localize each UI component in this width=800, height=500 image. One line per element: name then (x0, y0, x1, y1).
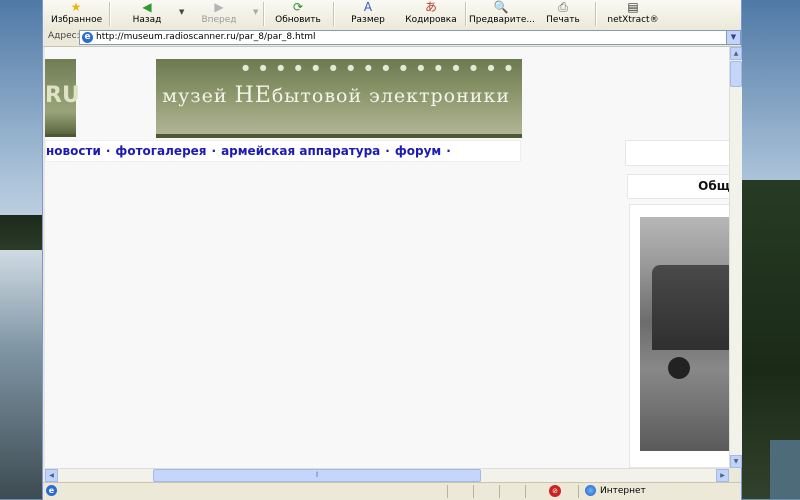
netxtract-label: netXtract® (607, 15, 659, 25)
vertical-scroll-thumb[interactable] (730, 61, 742, 87)
back-arrow-icon: ◀ (142, 0, 152, 14)
toolbar-separator (109, 2, 111, 26)
page-viewport: RU ● ● ● ● ● ● ● ● ● ● ● ● ● ● ● ● музей… (45, 47, 729, 468)
scroll-right-icon[interactable]: ▶ (716, 469, 729, 482)
toolbar-separator (263, 2, 265, 26)
address-input[interactable]: e http://museum.radioscanner.ru/par_8/pa… (79, 30, 741, 45)
horizontal-scroll-thumb[interactable]: ⦀ (153, 469, 481, 482)
netxtract-icon: ▤ (627, 0, 639, 14)
status-bar: e ⊘ Интернет (43, 482, 741, 500)
banner-title-part2: бытовой электроники (271, 85, 510, 107)
encoding-icon: あ (424, 0, 437, 14)
size-button[interactable]: A Размер (343, 0, 393, 28)
encoding-button[interactable]: あ Кодировка (405, 0, 457, 28)
vertical-scrollbar[interactable]: ▲ ▼ (729, 47, 742, 468)
encoding-label: Кодировка (405, 15, 457, 25)
browser-window: ★ Избранное ◀ Назад ▼ ▶ Вперед ▼ ⟳ Обнов… (42, 0, 742, 500)
status-divider (473, 485, 474, 498)
logo-text: RU (45, 83, 80, 108)
right-panel-top (625, 140, 729, 166)
refresh-label: Обновить (275, 15, 321, 25)
nav-link-news[interactable]: новости (46, 144, 101, 158)
scrollbar-corner (729, 468, 741, 481)
status-divider (578, 485, 579, 498)
toolbar-separator (333, 2, 335, 26)
forward-button[interactable]: ▶ Вперед (193, 0, 245, 28)
back-button[interactable]: ◀ Назад (125, 0, 169, 28)
site-nav: новости · фотогалерея · армейская аппаратура… (45, 140, 521, 162)
back-label: Назад (132, 15, 162, 25)
toolbar: ★ Избранное ◀ Назад ▼ ▶ Вперед ▼ ⟳ Обнов… (43, 0, 741, 29)
forward-label: Вперед (201, 15, 237, 25)
vintage-vehicle-photo[interactable] (640, 217, 729, 451)
printer-icon: ⎙ (558, 0, 568, 14)
nav-separator: · (105, 144, 111, 158)
print-preview-icon: 🔍 (493, 0, 509, 14)
address-bar: Адрес: e http://museum.radioscanner.ru/p… (43, 28, 741, 47)
photo-frame (629, 204, 729, 468)
site-logo[interactable]: RU (45, 59, 80, 137)
lake-left (0, 250, 42, 499)
truck-wheel (668, 357, 690, 379)
banner-title: музей НЕбытовой электроники (162, 83, 510, 108)
status-divider (447, 485, 448, 498)
address-dropdown-icon[interactable]: ▼ (726, 31, 740, 44)
star-icon: ★ (70, 0, 82, 14)
back-dropdown-icon[interactable]: ▼ (179, 8, 184, 16)
page-status-icon: e (46, 485, 57, 496)
nav-links: новости · фотогалерея · армейская аппаратура… (46, 144, 456, 158)
banner-title-part1: музей (162, 85, 235, 107)
lake-right (770, 440, 800, 499)
ie-page-icon: e (82, 32, 93, 43)
status-divider (499, 485, 500, 498)
nav-separator: · (446, 144, 451, 158)
right-panel-heading: Общ (627, 174, 729, 199)
print-label: Печать (546, 15, 580, 25)
horizontal-scrollbar[interactable]: ◀ ⦀ ▶ (45, 468, 729, 482)
refresh-icon: ⟳ (292, 0, 304, 14)
favorites-label: Избранное (51, 15, 103, 25)
refresh-button[interactable]: ⟳ Обновить (273, 0, 323, 28)
favorites-button[interactable]: ★ Избранное (51, 0, 103, 28)
right-heading-text: Общ (698, 179, 729, 193)
nav-separator: · (211, 144, 217, 158)
status-divider (525, 485, 526, 498)
print-button[interactable]: ⎙ Печать (539, 0, 587, 28)
scroll-down-icon[interactable]: ▼ (730, 455, 742, 468)
forward-dropdown-icon[interactable]: ▼ (253, 8, 258, 16)
internet-zone-icon (585, 485, 596, 496)
size-label: Размер (351, 15, 385, 25)
trees-left (0, 215, 42, 255)
nav-link-army[interactable]: армейская аппаратура (221, 144, 380, 158)
toolbar-separator (465, 2, 467, 26)
netxtract-button[interactable]: ▤ netXtract® (603, 0, 663, 28)
nav-separator: · (385, 144, 390, 158)
banner-dots: ● ● ● ● ● ● ● ● ● ● ● ● ● ● ● ● (242, 63, 516, 72)
text-size-icon: A (363, 0, 373, 14)
print-preview-button[interactable]: 🔍 Предварите... (469, 0, 535, 28)
truck-body (652, 265, 729, 350)
forward-arrow-icon: ▶ (214, 0, 224, 14)
address-url[interactable]: http://museum.radioscanner.ru/par_8/par_… (96, 31, 316, 44)
nav-link-forum[interactable]: форум (395, 144, 441, 158)
toolbar-separator (595, 2, 597, 26)
popup-blocked-icon[interactable]: ⊘ (549, 485, 561, 497)
address-label: Адрес: (48, 31, 80, 41)
print-preview-label: Предварите... (469, 15, 535, 25)
nav-link-gallery[interactable]: фотогалерея (115, 144, 206, 158)
scroll-up-icon[interactable]: ▲ (730, 47, 742, 60)
site-banner: ● ● ● ● ● ● ● ● ● ● ● ● ● ● ● ● музей НЕ… (156, 59, 522, 138)
scroll-left-icon[interactable]: ◀ (45, 469, 58, 482)
security-zone-label: Интернет (600, 486, 646, 496)
banner-title-big: НЕ (234, 83, 272, 108)
